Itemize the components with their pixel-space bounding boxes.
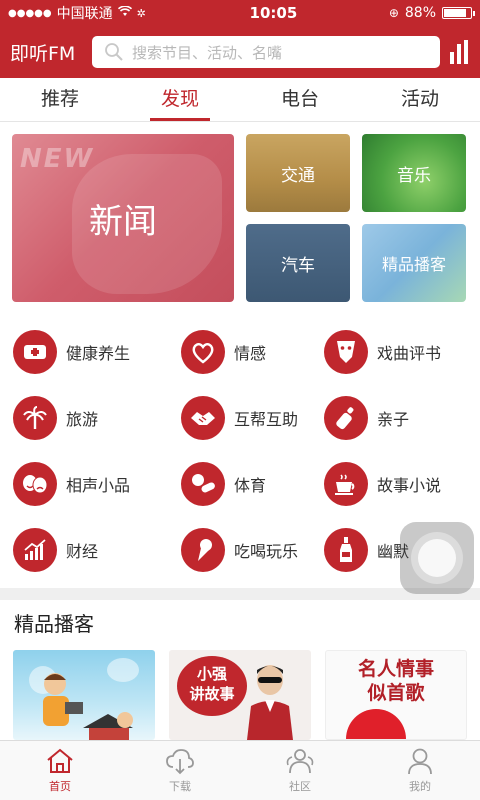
podcast-cover-illustration [29, 658, 139, 740]
tabbar-label: 首页 [49, 780, 71, 793]
battery-percent: 88% [404, 5, 436, 21]
category-leisure[interactable]: 吃喝玩乐 [181, 522, 298, 578]
search-placeholder: 搜索节目、活动、名嘴 [132, 43, 283, 62]
tabbar-me[interactable]: 我的 [360, 741, 480, 800]
app-header: 即听FM 搜索节目、活动、名嘴 [0, 26, 480, 78]
heart-graphic [346, 709, 406, 739]
music-tile-label: 音乐 [397, 165, 431, 186]
traffic-tile[interactable]: 交通 [246, 134, 350, 212]
category-label: 互帮互助 [234, 410, 299, 429]
person-icon [408, 748, 432, 775]
tabbar-download[interactable]: 下载 [120, 741, 240, 800]
car-tile-label: 汽车 [281, 255, 315, 276]
category-label: 财经 [66, 542, 99, 561]
category-health[interactable]: 健康养生 [13, 324, 130, 380]
assistive-touch-button[interactable] [400, 522, 474, 594]
category-travel[interactable]: 旅游 [13, 390, 98, 446]
podcast-title: 名人情事 似首歌 [357, 658, 434, 704]
playing-bars-icon[interactable] [450, 40, 470, 64]
category-label: 体育 [234, 476, 267, 495]
status-bar: ●●●●● 中国联通 ✲ 10:05 ⊕ 88% [0, 0, 480, 26]
category-label: 相声小品 [66, 476, 131, 495]
health-kit-icon [13, 330, 57, 374]
category-stories[interactable]: 故事小说 [324, 456, 441, 512]
handshake-icon [181, 396, 225, 440]
podcast-card[interactable]: 小强 讲故事 [169, 650, 311, 740]
wifi-icon [117, 5, 132, 21]
category-humor[interactable]: 幽默 [324, 522, 409, 578]
category-parenting[interactable]: 亲子 [324, 390, 409, 446]
category-label: 戏曲评书 [377, 344, 442, 363]
category-label: 情感 [234, 344, 267, 363]
category-label: 旅游 [66, 410, 99, 429]
featured-grid: NEW 新闻 交通 音乐 汽车 精品播客 [0, 122, 480, 312]
orientation-lock-icon: ⊕ [388, 6, 399, 20]
tab-discover[interactable]: 发现 [120, 78, 240, 121]
music-tile[interactable]: 音乐 [362, 134, 466, 212]
tabbar-label: 我的 [409, 780, 431, 793]
category-finance[interactable]: 财经 [13, 522, 98, 578]
carrier-label: 中国联通 [56, 6, 113, 22]
comedy-masks-icon [13, 462, 57, 506]
signal-icon: ●●●●● [8, 7, 52, 19]
battery-icon [442, 7, 475, 19]
cloud-download-icon [166, 749, 194, 775]
host-portrait [247, 665, 293, 740]
status-time: 10:05 [249, 4, 298, 22]
activity-icon: ✲ [136, 6, 146, 20]
category-label: 健康养生 [66, 344, 131, 363]
car-tile[interactable]: 汽车 [246, 224, 350, 302]
traffic-tile-label: 交通 [281, 165, 315, 186]
tab-activities[interactable]: 活动 [360, 78, 480, 121]
tab-radio[interactable]: 电台 [240, 78, 360, 121]
podcast-title: 小强 讲故事 [177, 656, 247, 716]
search-icon [105, 43, 123, 61]
category-label: 故事小说 [377, 476, 442, 495]
community-icon [286, 749, 314, 774]
podcast-tile-label: 精品播客 [381, 255, 446, 274]
news-tile-label: 新闻 [89, 201, 157, 242]
opera-mask-icon [324, 330, 368, 374]
news-tile[interactable]: NEW 新闻 [12, 134, 234, 302]
category-mutual-help[interactable]: 互帮互助 [181, 390, 298, 446]
search-input[interactable]: 搜索节目、活动、名嘴 [92, 36, 440, 68]
app-logo: 即听FM [10, 42, 76, 65]
category-opera[interactable]: 戏曲评书 [324, 324, 441, 380]
news-overlay-text: NEW [20, 144, 95, 174]
podcast-list: 小强 讲故事 名人情事 似首歌 [0, 650, 480, 740]
category-sports[interactable]: 体育 [181, 456, 266, 512]
top-tabs: 推荐 发现 电台 活动 [0, 78, 480, 122]
podcast-card[interactable]: 名人情事 似首歌 [325, 650, 467, 740]
bottom-tab-bar: 首页 下载 社区 我的 [0, 740, 480, 800]
podcast-tile[interactable]: 精品播客 [362, 224, 466, 302]
category-crosstalk[interactable]: 相声小品 [13, 456, 130, 512]
baby-bottle-icon [324, 396, 368, 440]
category-emotion[interactable]: 情感 [181, 324, 266, 380]
home-icon [47, 748, 73, 773]
tab-recommend[interactable]: 推荐 [0, 78, 120, 121]
chart-growth-icon [13, 528, 57, 572]
podcast-card[interactable] [13, 650, 155, 740]
podcast-section-title: 精品播客 [14, 612, 94, 636]
bottle-icon [324, 528, 368, 572]
tabbar-community[interactable]: 社区 [240, 741, 360, 800]
heart-hands-icon [181, 330, 225, 374]
tabbar-label: 下载 [169, 780, 191, 793]
sports-icon [181, 462, 225, 506]
category-label: 吃喝玩乐 [234, 542, 299, 561]
category-label: 亲子 [377, 410, 410, 429]
tabbar-label: 社区 [289, 780, 311, 793]
ice-cream-icon [181, 528, 225, 572]
tabbar-home[interactable]: 首页 [0, 741, 120, 800]
palm-tree-icon [13, 396, 57, 440]
coffee-cup-icon [324, 462, 368, 506]
